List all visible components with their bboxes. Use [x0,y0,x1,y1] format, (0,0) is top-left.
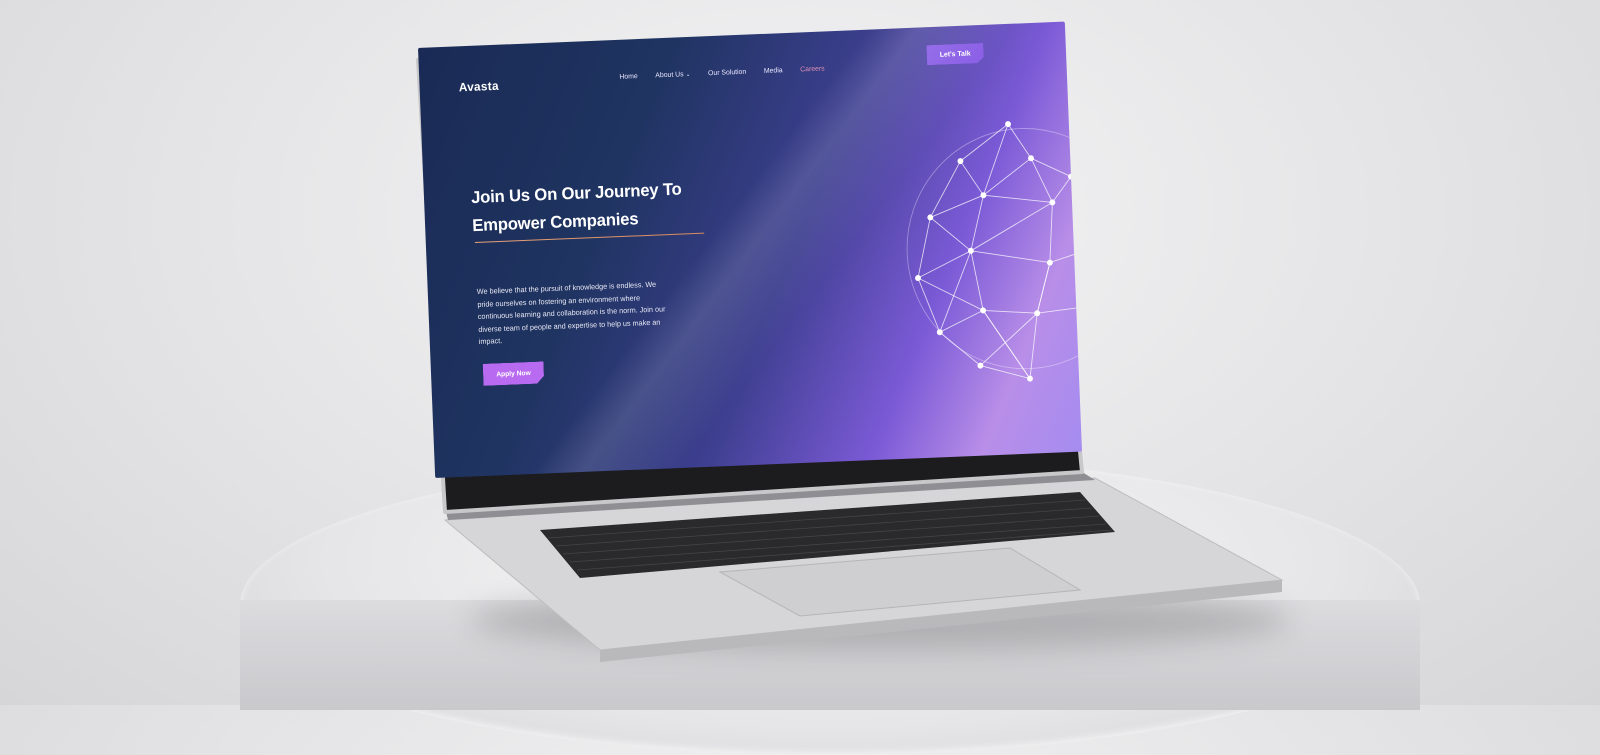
nav-item-about-us[interactable]: About Us ⌄ [655,71,690,79]
apply-now-button[interactable]: Apply Now [483,361,545,385]
nav-item-our-solution[interactable]: Our Solution [708,69,746,78]
nav-item-careers[interactable]: Careers [800,65,825,73]
hero-description: We believe that the pursuit of knowledge… [476,279,666,346]
lets-talk-button[interactable]: Let's Talk [926,43,984,65]
hero-title: Join Us On Our Journey To Empower Compan… [471,174,728,240]
laptop-screen: Avasta Home About Us ⌄ Our Solution Media… [418,21,1082,478]
nav-item-about-us-label: About Us [655,71,684,80]
chevron-down-icon: ⌄ [685,71,691,79]
nav-item-media[interactable]: Media [764,67,783,75]
brand-logo[interactable]: Avasta [459,79,499,95]
nav-item-home[interactable]: Home [619,73,638,81]
main-nav: Home About Us ⌄ Our Solution Media Career… [619,65,825,80]
wireframe-globe-graphic [906,121,1082,382]
